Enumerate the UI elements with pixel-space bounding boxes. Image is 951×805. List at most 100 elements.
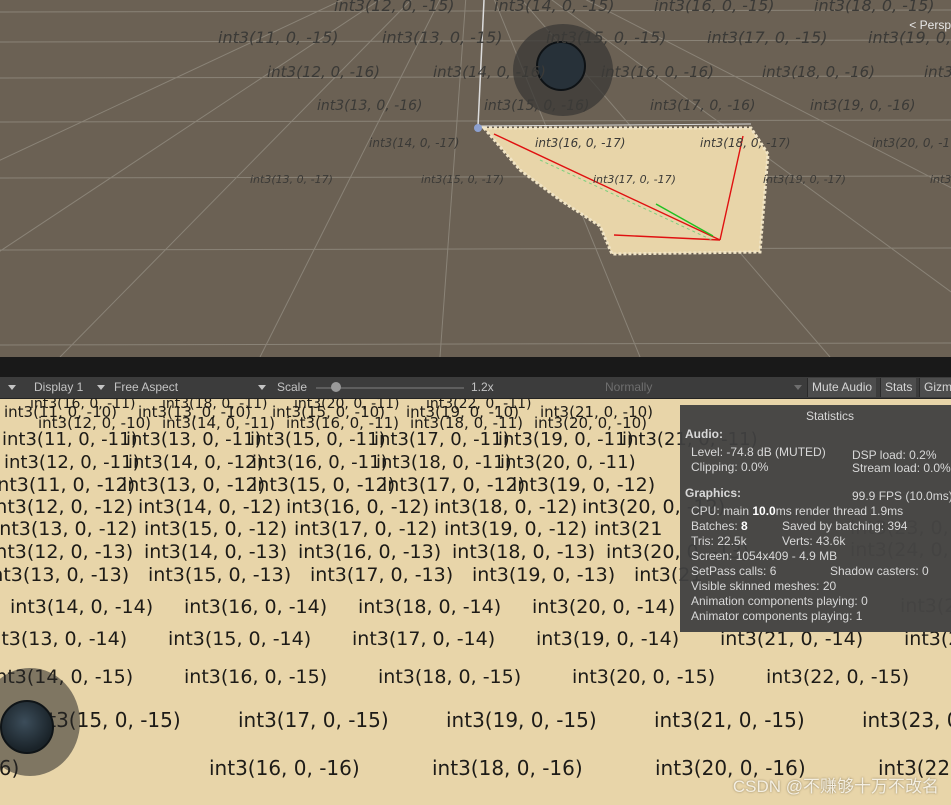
game-coordinate-label: int3(15, 0, -12) xyxy=(144,518,288,540)
chevron-down-icon xyxy=(8,385,16,391)
shadow-casters-readout: Shadow casters: 0 xyxy=(830,564,929,578)
game-coordinate-label: int3(18, 0, -16) xyxy=(432,756,583,780)
game-view-menu[interactable] xyxy=(0,377,22,398)
game-coordinate-label: int3(17, 0, -12) xyxy=(382,474,526,496)
statistics-panel: Statistics Audio: Level: -74.8 dB (MUTED… xyxy=(680,405,951,632)
aspect-label: Free Aspect xyxy=(114,380,179,394)
scene-coordinate-label: int3(13, 0, -17) xyxy=(250,173,333,186)
scene-coordinate-label: int3(20, 0, -17) xyxy=(872,136,951,150)
game-coordinate-label: int3(20, 0, -11) xyxy=(500,452,636,473)
scene-coordinate-label: int3(14, 0, -15) xyxy=(494,0,615,15)
game-coordinate-label: int3(13, 0, -14) xyxy=(0,628,128,650)
scene-coordinate-label: int3(15, 0, -17) xyxy=(421,173,504,186)
display-dropdown[interactable]: Display 1 xyxy=(26,377,108,398)
scene-coordinate-label: int3(13, 0, -15) xyxy=(382,28,503,47)
scale-slider-thumb[interactable] xyxy=(330,382,341,392)
graphics-header: Graphics: xyxy=(685,486,742,500)
audio-header: Audio: xyxy=(685,427,723,441)
aspect-dropdown[interactable]: Free Aspect xyxy=(110,377,270,398)
game-coordinate-label: int3(16, 0, -15) xyxy=(184,666,328,688)
animation-components-readout: Animation components playing: 0 xyxy=(691,594,868,608)
gizmos-button[interactable]: Gizm xyxy=(919,378,951,397)
game-coordinate-label: int3(16, 0, -14) xyxy=(184,596,328,618)
game-coordinate-label: int3(13, 0, -11) xyxy=(126,429,262,450)
game-coordinate-label: int3(21 xyxy=(594,518,663,540)
game-coordinate-label: int3(19, 0, -11) xyxy=(498,429,634,450)
game-coordinate-label: int3(14, 0, -12) xyxy=(138,496,282,518)
game-coordinate-label: int3(18, 0, -14) xyxy=(358,596,502,618)
fps-readout: 99.9 FPS (10.0ms) xyxy=(852,489,951,503)
game-coordinate-label: int3(15, 0, -13) xyxy=(148,564,292,586)
game-coordinate-label: int3(18, 0, -13) xyxy=(452,541,596,563)
chevron-down-icon xyxy=(258,385,266,390)
game-coordinate-label: int3(16, 0, -11) xyxy=(252,452,388,473)
game-coordinate-label: int3(19, 0, -13) xyxy=(472,564,616,586)
scene-coordinate-label: int3(16, 0, -16) xyxy=(601,63,715,81)
scene-coordinate-label: int3(15, 0, -15) xyxy=(546,28,667,47)
game-coordinate-label: int3(17, 0, -13) xyxy=(310,564,454,586)
scene-coordinate-label: int3(18, 0, -17) xyxy=(700,136,791,150)
scene-coordinate-label: int3(16, 0, -17) xyxy=(535,136,626,150)
cpu-suffix: ms render thread 1.9ms xyxy=(775,504,904,518)
game-coordinate-label: int3(13, 0, -13) xyxy=(0,564,130,586)
scale-value: 1.2x xyxy=(471,380,494,394)
maximize-dropdown[interactable]: Normally xyxy=(602,377,805,398)
screen-readout: Screen: 1054x409 - 4.9 MB xyxy=(691,549,838,563)
game-coordinate-label: int3(17, 0, -12) xyxy=(294,518,438,540)
game-coordinate-label: int3(19, 0, -12) xyxy=(512,474,656,496)
game-coordinate-label: int3(16, 0, -12) xyxy=(286,496,430,518)
cpu-readout: CPU: main 10.0ms render thread 1.9ms xyxy=(691,504,903,518)
chevron-down-icon xyxy=(97,385,105,390)
game-coordinate-label: int3(16, 0, -16) xyxy=(209,756,360,780)
scene-coordinate-label: int3(13, 0, -16) xyxy=(317,98,423,114)
scene-coordinate-label: int3(19, 0, -16) xyxy=(810,98,916,114)
dsp-load: DSP load: 0.2% xyxy=(852,448,937,462)
scene-coordinate-label: int3(18, 0, -15) xyxy=(814,0,935,15)
animator-components-readout: Animator components playing: 1 xyxy=(691,609,863,623)
game-coordinate-label: int3(11, 0, -12) xyxy=(0,474,136,496)
scene-coordinate-label: int3(19, 0, -15) xyxy=(868,28,951,47)
scene-coordinate-label: int3(18, 0, -16) xyxy=(762,63,876,81)
game-coordinate-label: int3(14, 0, -13) xyxy=(144,541,288,563)
cpu-main-value: 10.0 xyxy=(752,504,776,518)
game-coordinate-label: int3(23, 0 xyxy=(862,708,951,732)
game-coordinate-label: int3(19, 0, -15) xyxy=(446,708,597,732)
game-coordinate-label: int3(14, 0, -14) xyxy=(10,596,154,618)
game-coordinate-label: int3(13, 0, -12) xyxy=(0,518,138,540)
tris-readout: Tris: 22.5k xyxy=(691,534,747,548)
game-coordinate-label: int3(20, 0, -14) xyxy=(532,596,676,618)
game-coordinate-label: int3(17, 0, -15) xyxy=(238,708,389,732)
game-coordinate-label: int3(12, 0, -13) xyxy=(0,541,134,563)
scene-coordinate-label: int3(14, 0, -16) xyxy=(433,63,547,81)
scene-coordinate-label: int3(14, 0, -17) xyxy=(369,136,460,150)
game-coordinate-label: int3(15, 0, -11) xyxy=(250,429,386,450)
game-coordinate-label: int3(14, 0, -12) xyxy=(128,452,264,473)
scene-coordinate-label: int3(15, 0, -16) xyxy=(484,98,590,114)
batches-prefix: Batches: xyxy=(691,519,742,533)
statistics-title: Statistics xyxy=(805,409,854,423)
verts-readout: Verts: 43.6k xyxy=(782,534,846,548)
game-toolbar: Display 1 Free Aspect Scale 1.2x Normall… xyxy=(0,377,951,399)
game-coordinate-label: int3(12, 0, -11) xyxy=(4,452,140,473)
setpass-readout: SetPass calls: 6 xyxy=(691,564,777,578)
scene-coordinate-label: int3(12, 0, -15) xyxy=(334,0,455,15)
stats-button[interactable]: Stats xyxy=(880,378,917,397)
panel-divider xyxy=(0,357,951,377)
scale-slider[interactable] xyxy=(316,377,464,398)
scene-coordinate-label: int3(16, 0, -15) xyxy=(654,0,775,15)
audio-clipping: Clipping: 0.0% xyxy=(691,460,769,474)
game-coordinate-label: int3(17, 0, -11) xyxy=(374,429,510,450)
saved-by-batching: Saved by batching: 394 xyxy=(782,519,908,533)
game-coordinate-label: int3(13, 0, -12) xyxy=(122,474,266,496)
audio-level: Level: -74.8 dB (MUTED) xyxy=(691,445,826,459)
game-coordinate-label: int3(22, 0, -15) xyxy=(766,666,910,688)
mute-audio-button[interactable]: Mute Audio xyxy=(807,378,877,397)
game-coordinate-label: int3(17, 0, -14) xyxy=(352,628,496,650)
game-coordinate-label: int3(20, 0, -15) xyxy=(572,666,716,688)
chevron-down-icon xyxy=(794,385,802,390)
joystick-knob[interactable] xyxy=(0,700,54,754)
scene-coordinate-label: int3(17, 0, -16) xyxy=(650,98,756,114)
scene-coordinate-label: int3(2 xyxy=(930,173,951,186)
stream-load: Stream load: 0.0% xyxy=(852,461,951,475)
scene-view[interactable]: < Persp int3(12, 0, -15) int3(14, 0, -15)… xyxy=(0,0,951,357)
